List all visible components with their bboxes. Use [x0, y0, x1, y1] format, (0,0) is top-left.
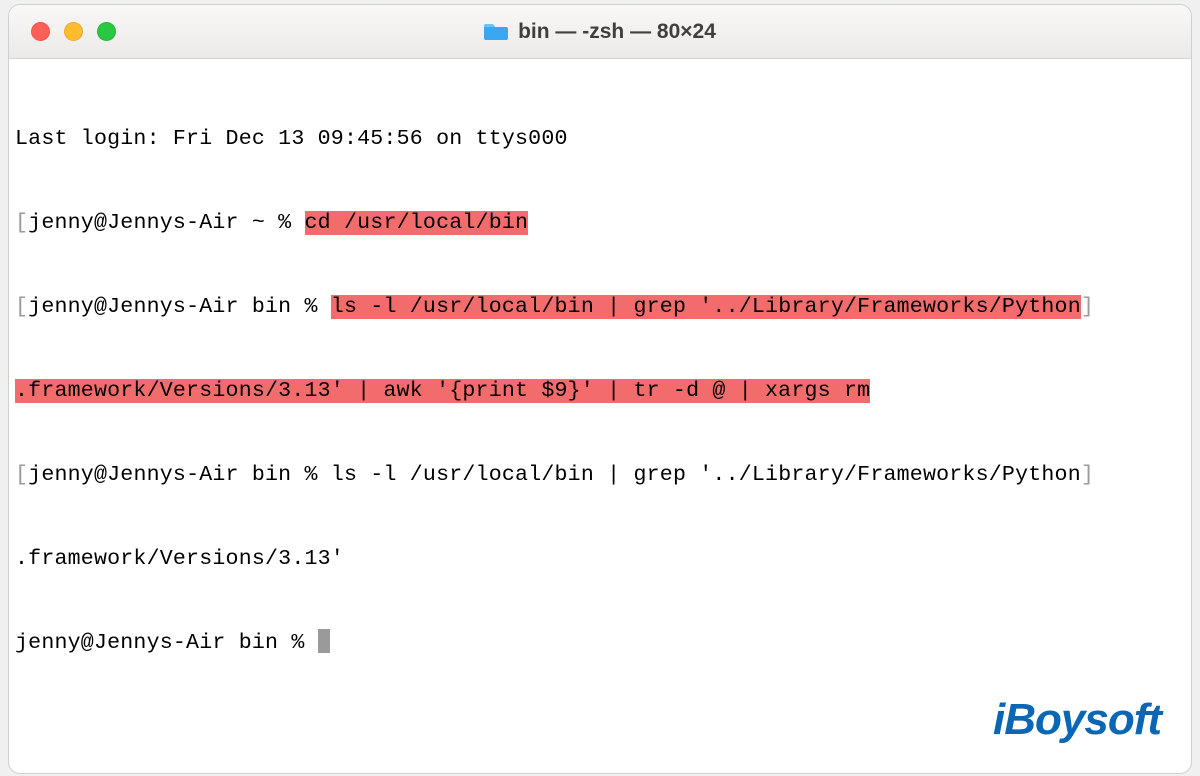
terminal-line-1: [jenny@Jennys-Air ~ % cd /usr/local/bin [15, 209, 1185, 237]
command-3a: ls -l /usr/local/bin | grep '../Library/… [331, 463, 1081, 487]
prompt: jenny@Jennys-Air bin % [28, 463, 331, 487]
terminal-body[interactable]: Last login: Fri Dec 13 09:45:56 on ttys0… [9, 59, 1191, 723]
terminal-line-3b: .framework/Versions/3.13' [15, 545, 1185, 573]
watermark-logo: iBoysoft [993, 695, 1161, 745]
terminal-line-3a: [jenny@Jennys-Air bin % ls -l /usr/local… [15, 461, 1185, 489]
terminal-line-2a: [jenny@Jennys-Air bin % ls -l /usr/local… [15, 293, 1185, 321]
terminal-line-4: jenny@Jennys-Air bin % [15, 629, 1185, 657]
zoom-button[interactable] [97, 22, 116, 41]
terminal-line-2b: .framework/Versions/3.13' | awk '{print … [15, 377, 1185, 405]
prompt: jenny@Jennys-Air ~ % [28, 211, 304, 235]
close-button[interactable] [31, 22, 50, 41]
minimize-button[interactable] [64, 22, 83, 41]
highlighted-command-1: cd /usr/local/bin [305, 211, 529, 235]
terminal-window: bin — -zsh — 80×24 Last login: Fri Dec 1… [8, 4, 1192, 774]
title-wrap: bin — -zsh — 80×24 [9, 20, 1191, 44]
window-title: bin — -zsh — 80×24 [518, 20, 716, 44]
cursor [318, 629, 330, 653]
titlebar: bin — -zsh — 80×24 [9, 5, 1191, 59]
prompt: jenny@Jennys-Air bin % [28, 295, 331, 319]
highlighted-command-2b: .framework/Versions/3.13' | awk '{print … [15, 379, 870, 403]
traffic-lights [31, 22, 116, 41]
folder-icon [484, 22, 508, 42]
prompt: jenny@Jennys-Air bin % [15, 631, 318, 655]
last-login-line: Last login: Fri Dec 13 09:45:56 on ttys0… [15, 125, 1185, 153]
highlighted-command-2a: ls -l /usr/local/bin | grep '../Library/… [331, 295, 1081, 319]
